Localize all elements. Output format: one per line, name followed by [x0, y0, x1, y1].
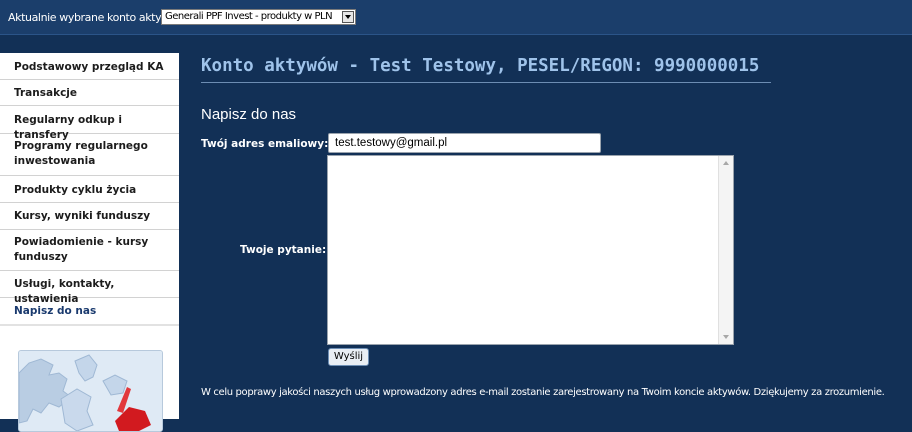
sidebar-item-transactions[interactable]: Transakcje	[0, 80, 179, 106]
sidebar-divider	[0, 324, 179, 326]
sidebar-item-contact-us[interactable]: Napisz do nas	[0, 298, 179, 324]
scroll-up-arrow-icon[interactable]	[723, 161, 729, 165]
sidebar-item-label: Programy regularnego	[14, 140, 148, 152]
sidebar-item-regular-investing[interactable]: Programy regularnego inwestowania	[0, 134, 179, 176]
sidebar-item-overview[interactable]: Podstawowy przegląd KA	[0, 53, 179, 80]
sidebar-item-label: Powiadomienie - kursy	[14, 236, 149, 248]
scrollbar[interactable]	[718, 156, 733, 344]
title-divider	[201, 82, 771, 83]
sidebar-item-fund-rates[interactable]: Kursy, wyniki funduszy	[0, 203, 179, 230]
sidebar-item-label: Produkty cyklu życia	[14, 184, 137, 196]
footer-note: W celu poprawy jakości naszych usług wpr…	[201, 387, 885, 398]
sidebar-item-regular-redemption[interactable]: Regularny odkup i transfery	[0, 106, 179, 141]
sidebar-item-label: Transakcje	[14, 87, 78, 99]
question-label: Twoje pytanie:	[240, 244, 327, 256]
section-heading: Napisz do nas	[201, 106, 297, 123]
sidebar-item-label: Kursy, wyniki funduszy	[14, 210, 151, 222]
main-content: Konto aktywów - Test Testowy, PESEL/REGO…	[201, 0, 901, 419]
sidebar-item-label: Podstawowy przegląd KA	[14, 61, 164, 73]
question-textarea[interactable]	[327, 155, 734, 345]
map-icon	[19, 351, 162, 431]
page-title: Konto aktywów - Test Testowy, PESEL/REGO…	[201, 56, 760, 76]
sidebar-item-label: inwestowania	[14, 155, 96, 167]
sidebar-item-lifecycle-products[interactable]: Produkty cyklu życia	[0, 176, 179, 203]
sidebar-item-services-settings[interactable]: Usługi, kontakty, ustawienia	[0, 271, 179, 305]
sidebar: Podstawowy przegląd KA Transakcje Regula…	[0, 53, 179, 432]
sidebar-item-label: funduszy	[14, 251, 68, 263]
email-label: Twój adres emaliowy:	[201, 138, 329, 150]
sidebar-item-label: Napisz do nas	[14, 305, 97, 317]
sidebar-item-rate-notifications[interactable]: Powiadomienie - kursy funduszy	[0, 230, 179, 271]
europe-map-image[interactable]	[18, 350, 163, 432]
send-button[interactable]: Wyślij	[328, 348, 369, 366]
email-field[interactable]	[328, 133, 601, 153]
scroll-down-arrow-icon[interactable]	[723, 335, 729, 339]
